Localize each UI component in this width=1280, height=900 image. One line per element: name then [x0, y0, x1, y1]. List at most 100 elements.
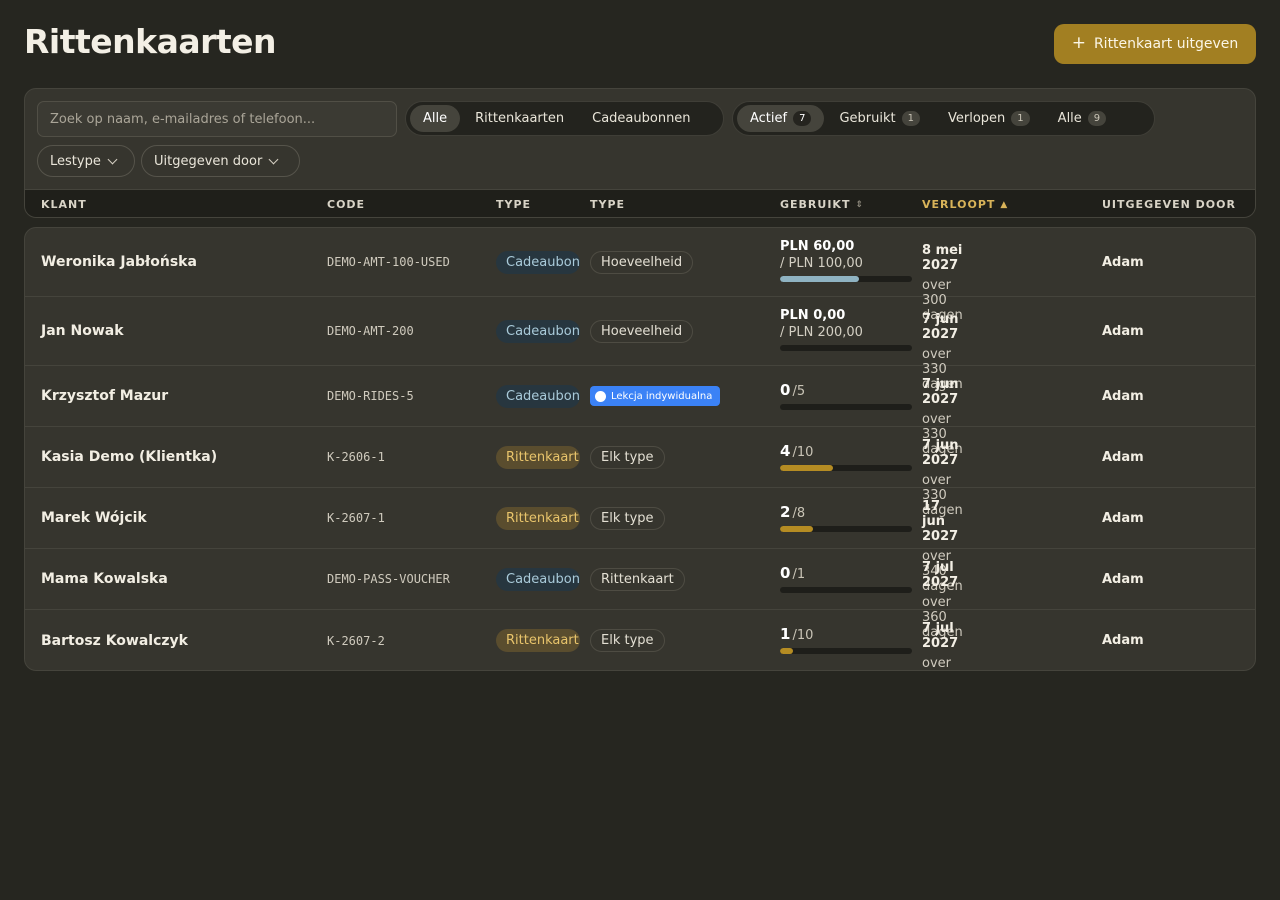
usage-progress-fill: [780, 648, 794, 654]
header-label: KLANT: [41, 198, 87, 211]
used-amount: PLN 60,00: [780, 239, 855, 254]
usage-cell: 0/5: [780, 366, 912, 426]
usage-cell: 1/10: [780, 610, 912, 670]
client-name: Mama Kowalska: [41, 571, 168, 587]
column-header-type[interactable]: TYPE: [496, 198, 531, 211]
type-badge: Rittenkaart: [496, 506, 580, 530]
expiry-date: 7 jul 2027: [922, 560, 959, 590]
client-name: Jan Nowak: [41, 323, 124, 339]
column-header-client[interactable]: KLANT: [41, 198, 87, 211]
table-row[interactable]: Mama Kowalska DEMO-PASS-VOUCHER Cadeaubo…: [25, 549, 1255, 640]
header-label: UITGEGEVEN DOOR: [1102, 198, 1236, 211]
tab-type-passes[interactable]: Rittenkaarten: [462, 105, 577, 132]
client-name: Kasia Demo (Klientka): [41, 449, 218, 465]
status-filter-tabs: Actief 7 Gebruikt 1 Verlopen 1 Alle 9: [732, 101, 1155, 136]
rides-total: /8: [792, 506, 806, 521]
usage-progress-bar: [780, 276, 912, 282]
table-row[interactable]: Bartosz Kowalczyk K-2607-2 Rittenkaart E…: [25, 610, 1255, 671]
issue-pass-label: Rittenkaart uitgeven: [1093, 36, 1239, 52]
plus-icon: +: [1071, 32, 1086, 53]
pass-code: K-2607-1: [327, 511, 385, 525]
column-header-subtype[interactable]: TYPE: [590, 198, 625, 211]
table-row[interactable]: Krzysztof Mazur DEMO-RIDES-5 Cadeaubon L…: [25, 366, 1255, 457]
dropdown-label: Lestype: [50, 153, 101, 169]
issuer-name: Adam: [1102, 449, 1144, 465]
tab-label: Actief: [750, 111, 788, 126]
expiry-date: 7 jun 2027: [922, 377, 959, 407]
rides-used: 2: [780, 503, 791, 521]
usage-progress-fill: [780, 465, 833, 471]
subtype-badge: Hoeveelheid: [590, 250, 694, 274]
client-name: Krzysztof Mazur: [41, 388, 169, 404]
type-badge: Cadeaubon: [496, 384, 580, 408]
tab-status-used[interactable]: Gebruikt 1: [826, 105, 933, 132]
usage-progress-bar: [780, 345, 912, 351]
lesson-type-label: Lekcja indywidualna: [611, 390, 713, 402]
issue-pass-button[interactable]: + Rittenkaart uitgeven: [1054, 24, 1256, 64]
usage-cell: PLN 60,00 / PLN 100,00: [780, 228, 912, 296]
tab-status-all[interactable]: Alle 9: [1045, 105, 1120, 132]
lestype-dropdown[interactable]: Lestype: [37, 145, 135, 177]
type-badge: Cadeaubon: [496, 567, 580, 591]
header-label: TYPE: [590, 198, 626, 211]
column-header-code[interactable]: CODE: [327, 198, 365, 211]
rides-total: /10: [792, 628, 814, 643]
issuer-name: Adam: [1102, 254, 1144, 270]
sort-icon: ⇕: [855, 199, 864, 210]
filter-panel: Alle Rittenkaarten Cadeaubonnen Actief 7…: [24, 88, 1256, 218]
pass-code: DEMO-AMT-100-USED: [327, 255, 450, 269]
type-filter-tabs: Alle Rittenkaarten Cadeaubonnen: [405, 101, 724, 136]
subtype-badge: Elk type: [590, 445, 665, 469]
expiry-date: 7 jul 2027: [922, 621, 959, 651]
usage-progress-fill: [780, 526, 813, 532]
pass-code: DEMO-AMT-200: [327, 324, 414, 338]
type-badge: Rittenkaart: [496, 629, 580, 652]
usage-cell: 0/1: [780, 549, 912, 609]
tab-label: Alle: [1057, 111, 1082, 126]
usage-progress-bar: [780, 648, 912, 654]
table-row[interactable]: Weronika Jabłońska DEMO-AMT-100-USED Cad…: [25, 228, 1255, 323]
tab-label: Cadeaubonnen: [592, 111, 691, 126]
issuer-name: Adam: [1102, 388, 1144, 404]
tab-status-active[interactable]: Actief 7: [737, 105, 825, 132]
chevron-down-icon: [107, 154, 118, 164]
column-header-issuer[interactable]: UITGEGEVEN DOOR: [1102, 198, 1236, 211]
tab-type-vouchers[interactable]: Cadeaubonnen: [579, 105, 703, 132]
issuer-name: Adam: [1102, 323, 1144, 339]
search-input[interactable]: [37, 101, 397, 137]
pass-code: K-2606-1: [327, 450, 385, 464]
expiry-date: 17 jun 2027: [922, 499, 959, 544]
count-badge: 7: [793, 111, 812, 126]
issuer-dropdown[interactable]: Uitgegeven door: [141, 145, 300, 177]
pass-code: DEMO-PASS-VOUCHER: [327, 572, 450, 586]
total-amount: / PLN 100,00: [780, 256, 863, 271]
expiry-relative: over 360 dagen: [922, 656, 951, 671]
passes-table: Weronika Jabłońska DEMO-AMT-100-USED Cad…: [24, 227, 1256, 671]
table-row[interactable]: Jan Nowak DEMO-AMT-200 Cadeaubon Hoeveel…: [25, 297, 1255, 392]
usage-cell: 2/8: [780, 488, 912, 548]
column-header-expires[interactable]: VERLOOPT ▲: [922, 198, 1008, 211]
subtype-badge: Elk type: [590, 629, 665, 652]
dropdown-label: Uitgegeven door: [154, 153, 263, 169]
column-header-used[interactable]: GEBRUIKT ⇕: [780, 198, 864, 211]
type-badge: Cadeaubon: [496, 250, 580, 274]
expiry-date: 8 mei 2027: [922, 243, 963, 273]
client-name: Bartosz Kowalczyk: [41, 632, 188, 649]
pass-code: K-2607-2: [327, 633, 385, 648]
used-amount: PLN 0,00: [780, 308, 846, 323]
subtype-badge: Elk type: [590, 506, 665, 530]
page-title: Rittenkaarten: [24, 22, 277, 61]
total-amount: / PLN 200,00: [780, 325, 863, 340]
client-name: Weronika Jabłońska: [41, 254, 197, 270]
tab-status-expired[interactable]: Verlopen 1: [935, 105, 1043, 132]
table-row[interactable]: Marek Wójcik K-2607-1 Rittenkaart Elk ty…: [25, 488, 1255, 594]
tab-label: Rittenkaarten: [475, 111, 565, 126]
rides-used: 1: [780, 625, 791, 643]
table-row[interactable]: Kasia Demo (Klientka) K-2606-1 Rittenkaa…: [25, 427, 1255, 518]
usage-progress-bar: [780, 587, 912, 593]
usage-progress-bar: [780, 526, 912, 532]
rides-total: /5: [792, 384, 806, 399]
tab-label: Alle: [423, 111, 448, 126]
tab-type-all[interactable]: Alle: [410, 105, 461, 132]
lesson-type-badge: Lekcja indywidualna: [590, 386, 721, 406]
